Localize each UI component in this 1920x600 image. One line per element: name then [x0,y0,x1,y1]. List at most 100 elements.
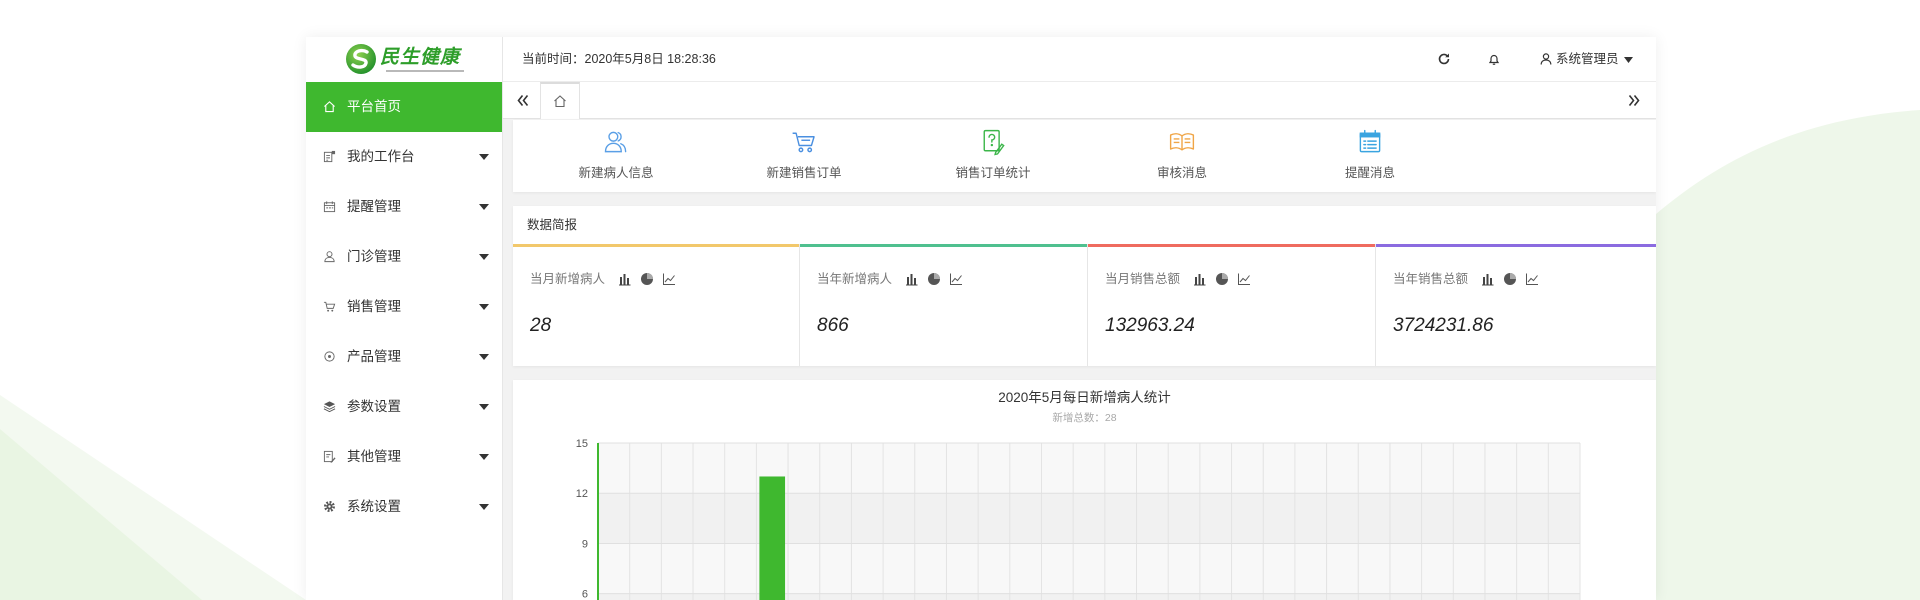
sidebar-item-label: 其他管理 [347,449,401,464]
line-chart-icon[interactable] [662,272,676,286]
home-icon [553,94,567,108]
sidebar-item-home[interactable]: 平台首页 [306,82,502,132]
chevron-down-icon [479,354,489,360]
pie-chart-icon[interactable] [1215,272,1229,286]
chevron-down-icon [479,254,489,260]
sidebar-item-reminders[interactable]: 提醒管理 [306,182,502,232]
sidebar-item-sales[interactable]: 销售管理 [306,282,502,332]
sidebar-item-label: 销售管理 [347,299,401,314]
y-tick-label: 12 [576,488,588,500]
stat-color-bar [513,244,799,247]
chevron-down-icon [479,454,489,460]
workbench-icon [323,150,336,163]
quick-link-new-patient[interactable]: 新建病人信息 [536,120,696,192]
home-icon [323,100,336,113]
stat-value: 3724231.86 [1393,315,1494,336]
stat-label-row: 当年销售总额 [1393,270,1539,288]
stat-label-row: 当年新增病人 [817,270,963,288]
sidebar-item-workbench[interactable]: 我的工作台 [306,132,502,182]
y-tick-label: 6 [582,589,588,600]
cart-icon [790,128,818,156]
plot-band [598,593,1580,600]
sidebar-item-label: 门诊管理 [347,249,401,264]
logo: 民生健康 [306,37,502,82]
logo-text: 民生健康 [380,46,461,68]
user-menu[interactable]: 系统管理员 [1556,37,1619,82]
quick-link-sales-order-stats[interactable]: 销售订单统计 [913,120,1073,192]
stat-color-bar [1376,244,1656,247]
pie-chart-icon[interactable] [640,272,654,286]
sidebar-item-label: 系统设置 [347,499,401,514]
sidebar-item-label: 平台首页 [347,99,401,114]
stat-value: 28 [530,315,552,336]
pie-chart-icon[interactable] [1503,272,1517,286]
sidebar-item-label: 产品管理 [347,349,401,364]
stat-card-year-new-patients: 当年新增病人 866 [800,244,1088,366]
quick-links-card: 新建病人信息 新建销售订单 销售订单统计 审核消息 提醒消息 [513,120,1656,192]
double-chevron-left-icon[interactable] [515,93,530,108]
top-header: 当前时间：2020年5月8日 18:28:36 系统管理员 [503,37,1656,82]
pie-chart-icon[interactable] [927,272,941,286]
bar-chart-icon[interactable] [1193,272,1207,286]
quick-link-label: 销售订单统计 [955,166,1031,180]
plot-band [598,493,1580,544]
sidebar-item-label: 提醒管理 [347,199,401,214]
edit-doc-icon [979,128,1007,156]
quick-link-reminder-messages[interactable]: 提醒消息 [1290,120,1450,192]
stat-card-month-sales: 当月销售总额 132963.24 [1088,244,1376,366]
quick-link-label: 审核消息 [1156,166,1207,180]
data-report-card: 数据简报 当月新增病人 28 当年新增病人 866 当月销售总额 132963.… [513,206,1656,366]
line-chart-icon[interactable] [949,272,963,286]
bell-icon[interactable] [1487,52,1501,66]
stat-label: 当月新增病人 [530,272,606,286]
tab-home[interactable] [540,82,580,119]
stat-label: 当月销售总额 [1105,272,1181,286]
sidebar: 民生健康 平台首页 我的工作台 提醒管理 门诊管理 销售管理 产品管理 参数设置… [306,37,503,600]
sidebar-item-label: 参数设置 [347,399,401,414]
bar-chart-icon[interactable] [618,272,632,286]
stat-card-year-sales: 当年销售总额 3724231.86 [1376,244,1656,366]
sidebar-item-system-settings[interactable]: 系统设置 [306,482,502,532]
bar-chart-icon[interactable] [1481,272,1495,286]
quick-link-review-messages[interactable]: 审核消息 [1102,120,1262,192]
stat-label-row: 当月新增病人 [530,270,676,288]
chevron-down-icon [479,204,489,210]
quick-link-new-sales-order[interactable]: 新建销售订单 [724,120,884,192]
line-chart-icon[interactable] [1237,272,1251,286]
plot-band [598,443,1580,494]
quick-link-label: 提醒消息 [1344,166,1395,180]
sidebar-item-outpatient[interactable]: 门诊管理 [306,232,502,282]
quick-link-label: 新建病人信息 [578,166,654,180]
plot-band [598,543,1580,594]
stat-label: 当年销售总额 [1393,272,1469,286]
stat-card-month-new-patients: 当月新增病人 28 [513,244,800,366]
tab-bar [503,82,1656,119]
book-icon [1168,128,1196,156]
stat-label: 当年新增病人 [817,272,893,286]
app-window: 民生健康 平台首页 我的工作台 提醒管理 门诊管理 销售管理 产品管理 参数设置… [306,37,1656,600]
calendar-list-icon [1356,128,1384,156]
bar-chart-icon[interactable] [905,272,919,286]
stat-label-row: 当月销售总额 [1105,270,1251,288]
bar-day-6 [759,476,786,600]
chevron-down-icon[interactable] [1624,57,1633,63]
current-time: 当前时间：2020年5月8日 18:28:36 [522,52,716,66]
chevron-down-icon [479,154,489,160]
sidebar-item-products[interactable]: 产品管理 [306,332,502,382]
user-icon[interactable] [1539,52,1553,66]
chevron-down-icon [479,404,489,410]
double-chevron-right-icon[interactable] [1627,93,1642,108]
product-icon [323,350,336,363]
chart-subtitle: 新增总数：28 [1052,412,1117,424]
stat-value: 132963.24 [1105,315,1195,336]
line-chart-icon[interactable] [1525,272,1539,286]
quick-link-label: 新建销售订单 [766,166,842,180]
daily-new-patients-chart-card: 6 9 12 15 2020年5月每日新增病人统计 新增总数：28 [513,380,1656,600]
layers-icon [323,400,336,413]
chevron-down-icon [479,504,489,510]
sidebar-item-parameters[interactable]: 参数设置 [306,382,502,432]
sidebar-item-other[interactable]: 其他管理 [306,432,502,482]
refresh-icon[interactable] [1437,52,1451,66]
stat-color-bar [800,244,1087,247]
logo-mark-icon [346,44,376,74]
